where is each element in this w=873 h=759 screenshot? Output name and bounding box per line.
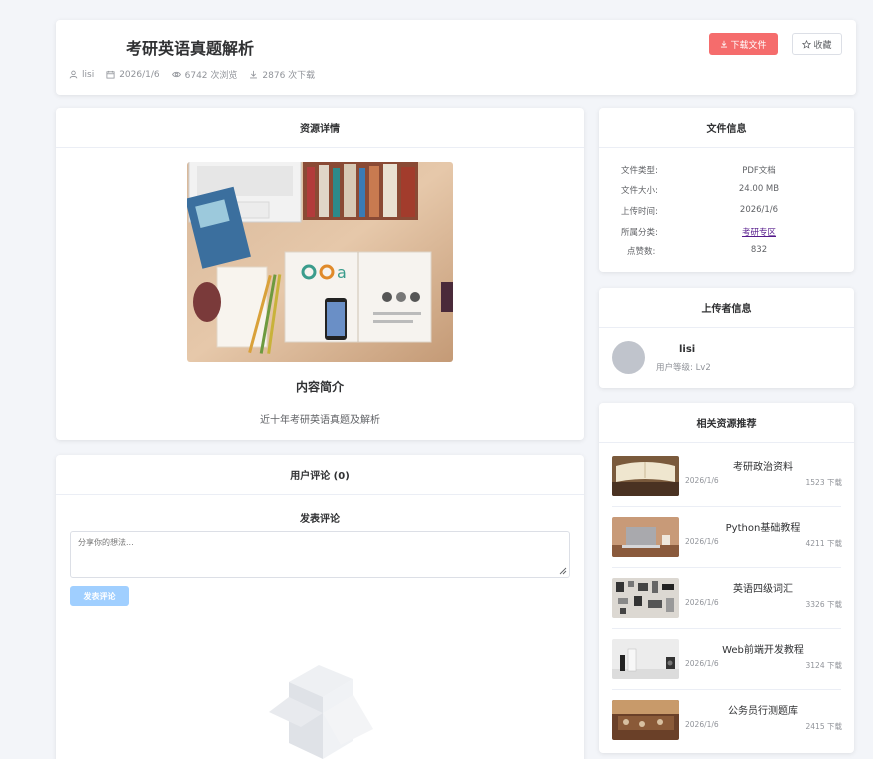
file-info-heading: 文件信息	[599, 108, 854, 148]
file-size-row: 文件大小: 24.00 MB	[599, 184, 854, 198]
related-downloads: 2415 下载	[805, 722, 842, 731]
related-thumbnail	[612, 639, 679, 679]
info-key: 上传时间:	[621, 207, 658, 217]
category-link[interactable]: 考研专区	[719, 226, 799, 238]
resource-cover-image: a	[187, 162, 453, 362]
related-item[interactable]: 英语四级词汇 2026/1/6 3326 下载	[612, 578, 842, 619]
uploader-name[interactable]: lisi	[679, 344, 695, 355]
related-item[interactable]: 考研政治资料 2026/1/6 1523 下载	[612, 456, 842, 497]
empty-box-icon	[261, 657, 376, 759]
related-title: 公务员行测题库	[728, 706, 798, 717]
download-button-label: 下载文件	[730, 40, 767, 51]
post-comment-title: 发表评论	[300, 514, 340, 525]
info-value: 2026/1/6	[739, 205, 779, 215]
resize-grip-icon[interactable]	[559, 567, 567, 575]
info-key: 文件大小:	[621, 186, 658, 196]
related-title: 考研政治资料	[733, 462, 793, 473]
related-resources-card: 相关资源推荐 考研政治资料 2026/1/6 1523 下载 Python基础教…	[599, 403, 854, 753]
related-date: 2026/1/6	[685, 659, 719, 668]
related-thumbnail	[612, 700, 679, 740]
favorite-button[interactable]: 收藏	[792, 33, 842, 55]
uploader-heading: 上传者信息	[599, 288, 854, 328]
divider	[612, 689, 841, 690]
related-date: 2026/1/6	[685, 476, 719, 485]
favorite-button-label: 收藏	[813, 40, 832, 51]
download-count: 2876 次下载	[262, 71, 316, 81]
related-thumbnail	[612, 456, 679, 496]
info-value: 832	[750, 245, 768, 255]
author-name: lisi	[82, 69, 95, 80]
category-row: 所属分类: 考研专区	[599, 226, 854, 240]
related-downloads: 3326 下载	[805, 600, 842, 609]
related-thumbnail	[612, 578, 679, 618]
meta-date: 2026/1/6	[106, 69, 160, 80]
meta-author: lisi	[69, 70, 94, 80]
intro-title: 内容简介	[295, 380, 344, 394]
avatar[interactable]	[612, 341, 645, 374]
meta-downloads: 2876 次下载	[249, 68, 315, 81]
related-title: Web前端开发教程	[722, 645, 804, 656]
upload-time-row: 上传时间: 2026/1/6	[599, 205, 854, 219]
likes-row: 点赞数: 832	[599, 245, 854, 259]
related-title: 英语四级词汇	[733, 584, 793, 595]
related-thumbnail	[612, 517, 679, 557]
comments-card: 用户评论 (0) 发表评论 发表评论	[56, 455, 584, 759]
related-downloads: 1523 下载	[805, 478, 842, 487]
related-date: 2026/1/6	[685, 720, 719, 729]
resource-detail-card: 资源详情 a 内容简介 近十年考研英语真题及解析	[56, 108, 584, 440]
file-type-row: 文件类型: PDF文档	[599, 164, 854, 178]
resource-header: 考研英语真题解析 lisi 2026/1/6 6742 次浏览 2876 次下载…	[56, 20, 856, 95]
related-downloads: 3124 下载	[805, 661, 842, 670]
view-count: 6742 次浏览	[184, 71, 238, 81]
meta-views: 6742 次浏览	[171, 68, 238, 81]
post-comment-button[interactable]: 发表评论	[70, 586, 129, 606]
download-icon	[250, 70, 258, 79]
file-info-card: 文件信息 文件类型: PDF文档 文件大小: 24.00 MB 上传时间: 20…	[599, 108, 854, 272]
divider	[612, 628, 841, 629]
related-date: 2026/1/6	[685, 537, 719, 546]
divider	[612, 567, 841, 568]
related-heading: 相关资源推荐	[599, 403, 854, 443]
resource-meta: lisi 2026/1/6 6742 次浏览 2876 次下载	[69, 68, 315, 81]
related-title: Python基础教程	[725, 523, 801, 534]
divider	[612, 506, 841, 507]
related-item[interactable]: Python基础教程 2026/1/6 4211 下载	[612, 517, 842, 558]
info-key: 点赞数:	[627, 247, 656, 257]
download-icon	[721, 40, 728, 48]
star-icon	[802, 39, 812, 49]
info-key: 文件类型:	[621, 166, 658, 176]
uploader-card: 上传者信息 lisi 用户等级: Lv2	[599, 288, 854, 388]
eye-icon	[171, 71, 181, 78]
page-title: 考研英语真题解析	[126, 39, 255, 58]
comment-input[interactable]	[70, 531, 570, 578]
info-key: 所属分类:	[621, 228, 658, 238]
related-downloads: 4211 下载	[805, 539, 842, 548]
user-icon	[69, 70, 78, 79]
uploader-level: 用户等级: Lv2	[656, 363, 711, 373]
svg-text:a: a	[337, 263, 347, 282]
detail-heading: 资源详情	[56, 108, 584, 148]
related-item[interactable]: 公务员行测题库 2026/1/6 2415 下载	[612, 700, 842, 741]
download-button[interactable]: 下载文件	[709, 33, 778, 55]
calendar-icon	[106, 70, 115, 79]
related-date: 2026/1/6	[685, 598, 719, 607]
info-value: 24.00 MB	[738, 184, 780, 194]
related-item[interactable]: Web前端开发教程 2026/1/6 3124 下载	[612, 639, 842, 680]
info-value: PDF文档	[742, 166, 776, 176]
upload-date: 2026/1/6	[119, 69, 160, 80]
intro-text: 近十年考研英语真题及解析	[260, 415, 380, 426]
comments-heading: 用户评论 (0)	[56, 455, 584, 495]
